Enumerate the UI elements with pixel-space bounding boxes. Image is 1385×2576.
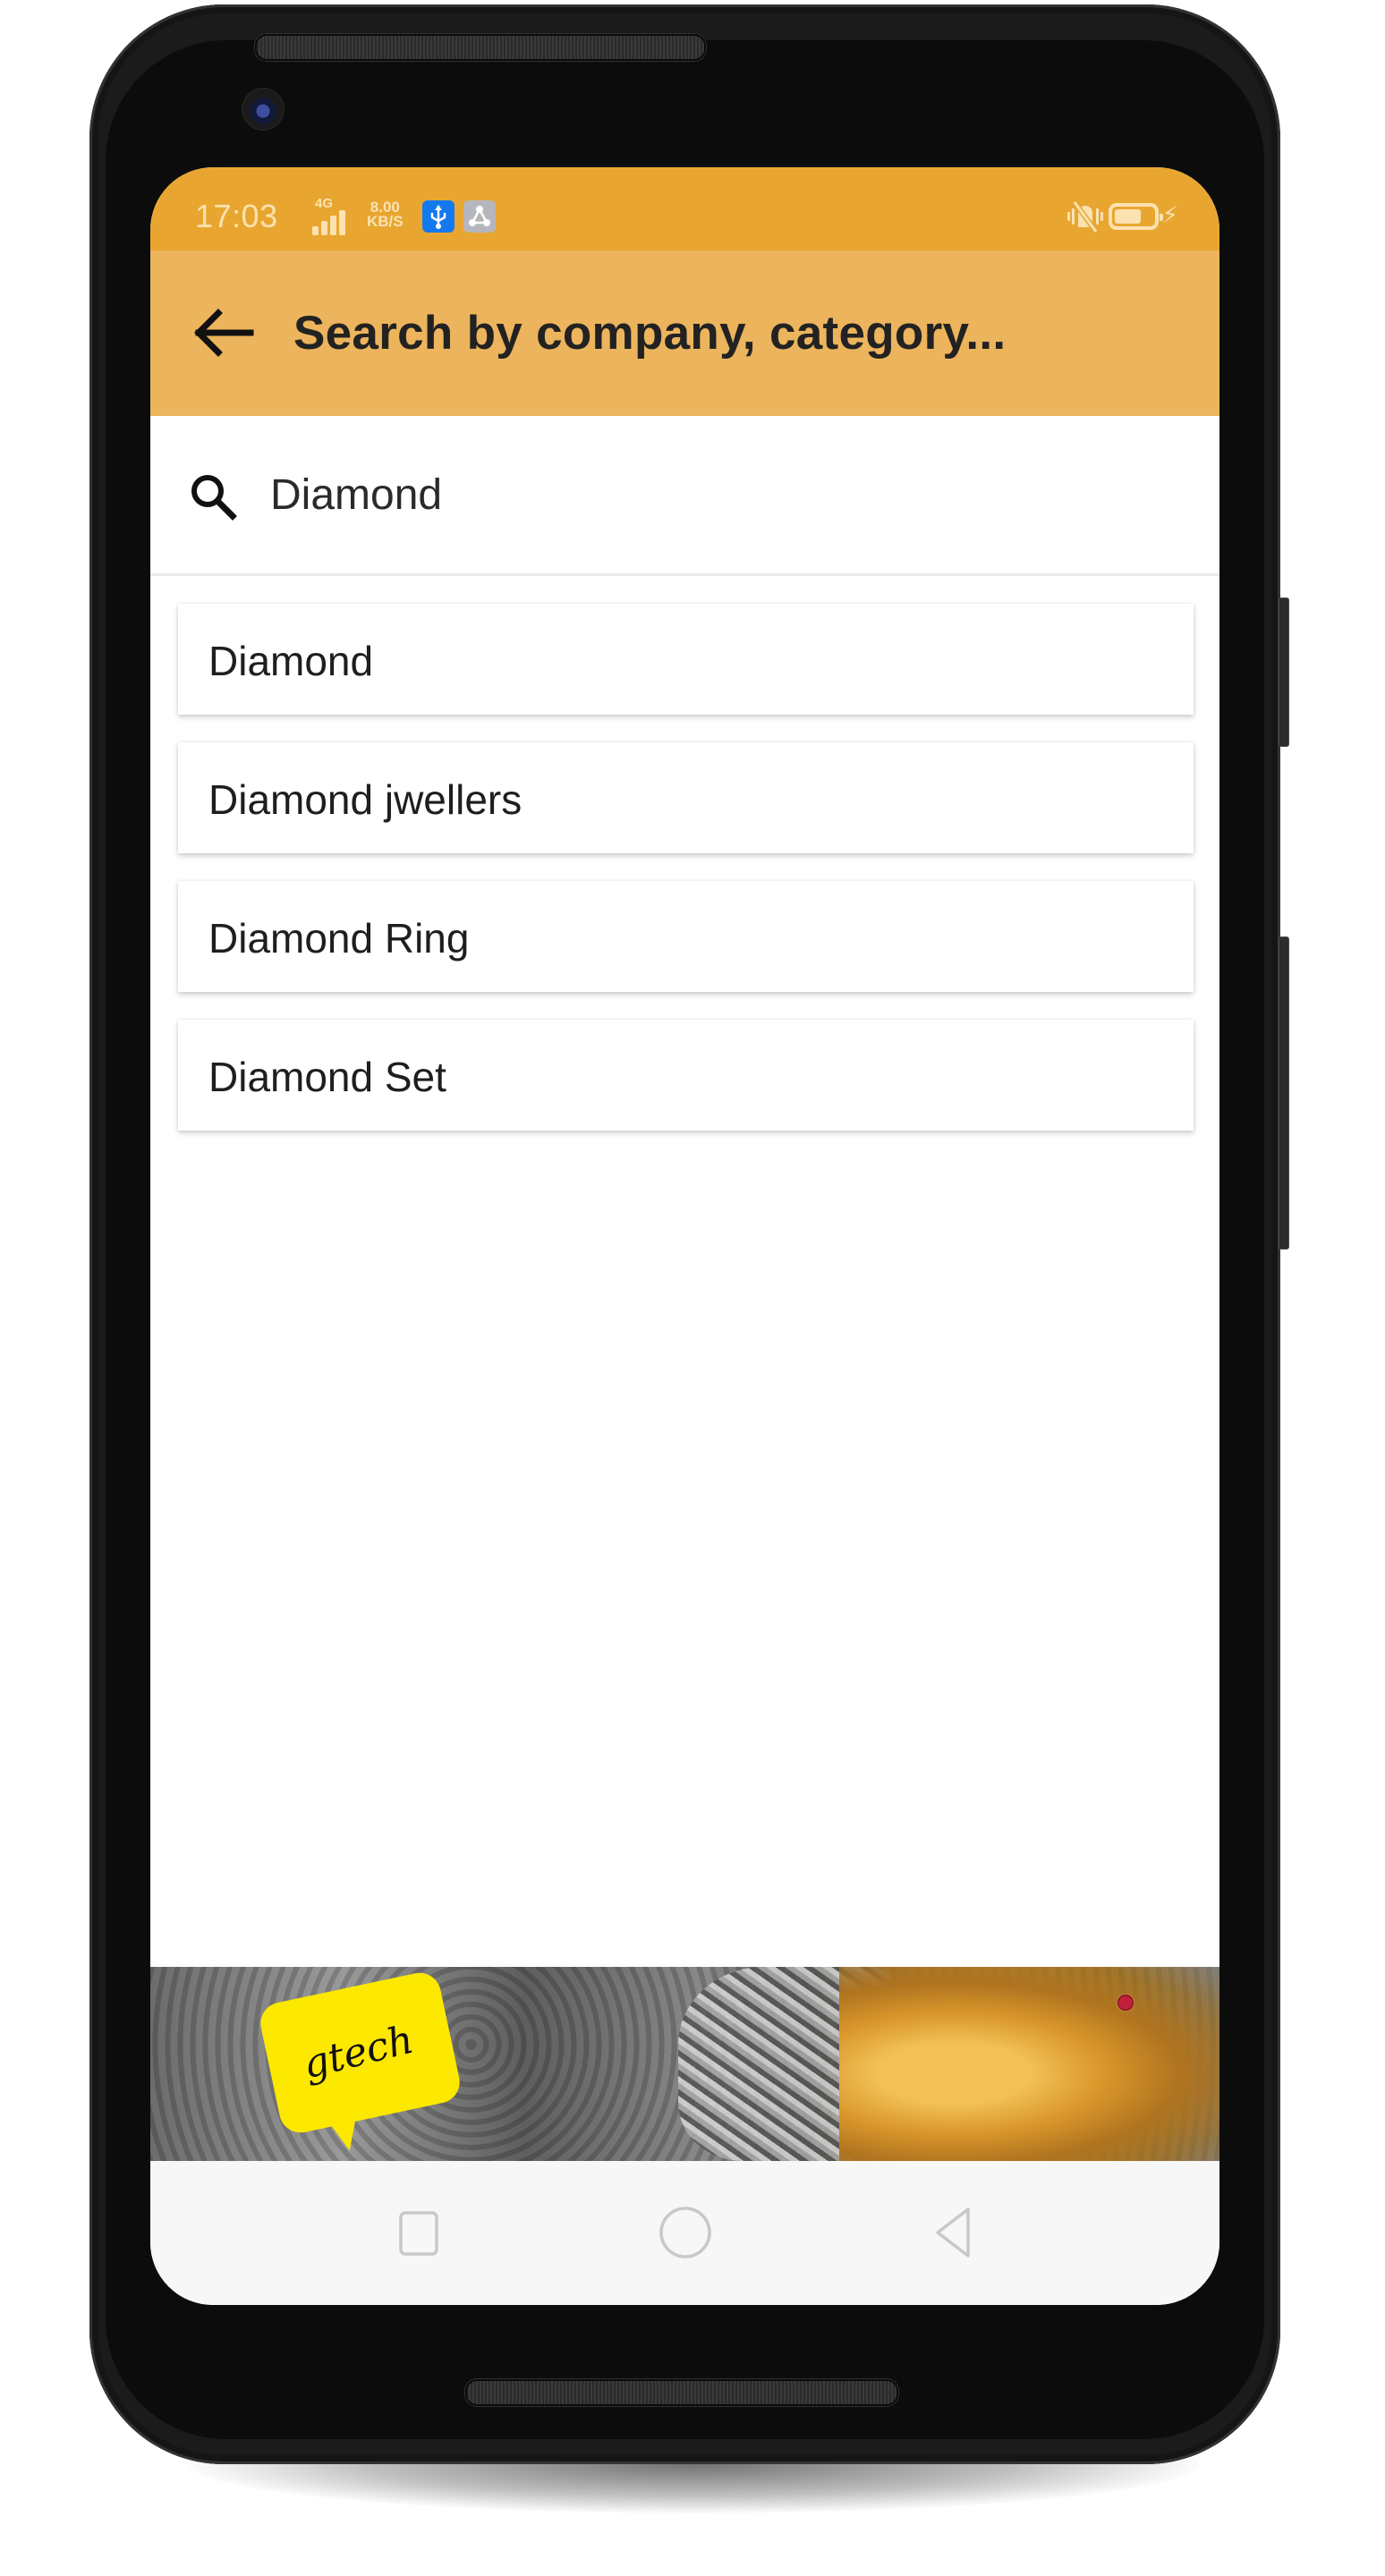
result-label: Diamond jwellers xyxy=(208,776,523,823)
result-item-diamond-jwellers[interactable]: Diamond jwellers xyxy=(178,742,1194,853)
search-icon xyxy=(186,470,240,523)
arrow-left-icon xyxy=(194,309,254,357)
ad-banner[interactable]: gtech xyxy=(150,1967,1219,2161)
bottom-speaker xyxy=(465,2379,898,2406)
power-button xyxy=(1279,597,1289,747)
battery-icon xyxy=(1109,203,1163,230)
triangle-back-icon xyxy=(936,2207,970,2258)
network-speed: 8.00 KB/S xyxy=(367,199,404,230)
system-nav-bar xyxy=(150,2161,1219,2305)
status-bar: 17:03 4G 8.00 KB/S ⚡︎ xyxy=(150,167,1219,250)
page-title: Search by company, category... xyxy=(293,307,1007,360)
search-input[interactable] xyxy=(270,455,1165,534)
signal-strength-icon xyxy=(312,210,345,235)
battery-level xyxy=(1115,209,1142,224)
result-label: Diamond Ring xyxy=(208,915,470,962)
recents-button[interactable] xyxy=(381,2197,453,2268)
result-label: Diamond Set xyxy=(208,1054,446,1100)
speed-unit: KB/S xyxy=(367,213,404,230)
network-type: 4G xyxy=(315,196,334,211)
square-icon xyxy=(399,2211,438,2256)
front-camera xyxy=(243,89,283,129)
result-item-diamond[interactable]: Diamond xyxy=(178,604,1194,715)
status-time: 17:03 xyxy=(195,198,278,234)
back-button[interactable] xyxy=(188,304,259,361)
earpiece-speaker xyxy=(255,34,706,61)
search-bar xyxy=(150,416,1219,576)
home-button[interactable] xyxy=(650,2197,721,2268)
result-item-diamond-ring[interactable]: Diamond Ring xyxy=(178,881,1194,992)
volume-button xyxy=(1279,936,1289,1250)
result-label: Diamond xyxy=(208,638,374,684)
app-bar: Search by company, category... xyxy=(150,250,1219,416)
usb-debugging-icon xyxy=(422,200,455,233)
circle-icon xyxy=(659,2207,711,2258)
result-item-diamond-set[interactable]: Diamond Set xyxy=(178,1020,1194,1131)
gold-idol-image xyxy=(839,1967,1219,2161)
vibrate-off-icon xyxy=(1066,199,1105,234)
search-results-list: Diamond Diamond jwellers Diamond Ring Di… xyxy=(178,604,1194,1158)
back-nav-button[interactable] xyxy=(918,2197,990,2268)
phone-screen: 17:03 4G 8.00 KB/S ⚡︎ Search by company,… xyxy=(150,167,1219,2305)
share-hotspot-icon xyxy=(463,200,496,233)
ruby-gem-image xyxy=(1117,1994,1134,2012)
charging-bolt-icon: ⚡︎ xyxy=(1161,201,1178,228)
